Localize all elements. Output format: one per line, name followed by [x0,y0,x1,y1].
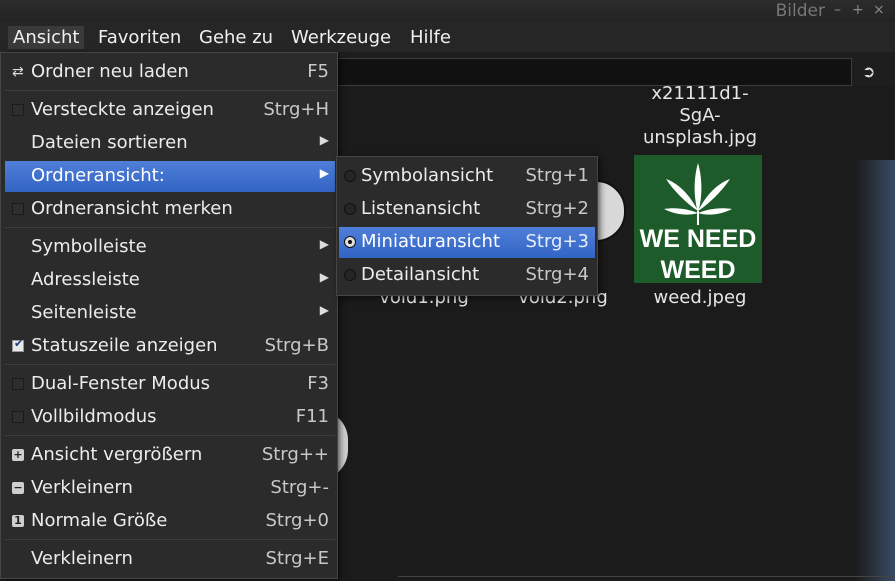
menu-item-fullscreen[interactable]: Vollbildmodus F11 [5,402,335,433]
menu-item-shortcut: Strg++ [261,444,329,465]
submenu-item-label: Miniaturansicht [361,231,501,252]
menu-separator [5,227,335,228]
menu-item-remember[interactable]: Ordneransicht merken [5,194,335,225]
zoom-in-icon: + [12,448,24,461]
menu-item-shortcut: Strg+0 [265,510,329,531]
menu-item-reload[interactable]: ⇄ Ordner neu laden F5 [5,57,335,88]
menu-item-label: Dual-Fenster Modus [31,373,211,394]
cannabis-leaf-icon [664,163,732,225]
menu-item-label: Ordner neu laden [31,61,189,82]
menu-item-label: Verkleinern [31,477,133,498]
title-bar: Bilder – + × [0,0,895,22]
path-input[interactable] [336,58,852,86]
file-name-partial: x21111d1- [651,83,749,104]
zoom-out-icon: − [12,481,24,494]
menu-item-label: Verkleinern [31,548,133,569]
submenu-item-list-view[interactable]: Listenansicht Strg+2 [339,194,595,225]
checkbox-icon [12,378,24,390]
menu-item-sort[interactable]: Dateien sortieren ▶ [5,128,335,159]
submenu-item-shortcut: Strg+3 [525,231,589,252]
menu-item-folderview[interactable]: Ordneransicht: ▶ [5,161,335,192]
file-name-weed[interactable]: weed.jpeg [640,287,760,308]
menu-item-label: Dateien sortieren [31,132,188,153]
radio-icon [344,170,356,182]
menu-item-statusbar[interactable]: Statuszeile anzeigen Strg+B [5,331,335,362]
menu-item-shortcut: F5 [307,61,329,82]
minimize-button[interactable]: – [834,2,841,18]
weed-text-line1: WE NEED [639,225,757,253]
menu-item-label: Statuszeile anzeigen [31,335,218,356]
menu-item-shortcut: Strg+H [263,99,329,120]
menu-item-label: Symbolleiste [31,236,147,257]
menu-item-toolbar[interactable]: Symbolleiste ▶ [5,232,335,263]
reload-icon: ⇄ [12,64,24,80]
menu-item-shrink[interactable]: Verkleinern Strg+E [5,544,335,575]
close-button[interactable]: × [873,2,885,18]
submenu-arrow-icon: ▶ [319,133,329,147]
submenu-item-shortcut: Strg+1 [525,165,589,186]
menu-werkzeuge[interactable]: Werkzeuge [286,26,396,49]
submenu-item-label: Symbolansicht [361,165,494,186]
menu-item-label: Vollbildmodus [31,406,157,427]
menu-item-zoom-in[interactable]: + Ansicht vergrößern Strg++ [5,440,335,471]
menu-separator [5,90,335,91]
menu-item-sidebar[interactable]: Seitenleiste ▶ [5,298,335,329]
menu-separator [5,435,335,436]
menu-favoriten[interactable]: Favoriten [93,26,186,49]
submenu-arrow-icon: ▶ [319,270,329,284]
file-name-unsplash[interactable]: unsplash.jpg [630,127,770,148]
submenu-arrow-icon: ▶ [319,237,329,251]
menu-item-shortcut: F11 [295,406,329,427]
menu-item-label: Seitenleiste [31,302,137,323]
weed-text-line2: WEED [660,256,736,283]
checkbox-icon [12,104,24,116]
status-divider [398,576,895,577]
folderview-submenu: Symbolansicht Strg+1 Listenansicht Strg+… [336,156,598,296]
submenu-item-detail-view[interactable]: Detailansicht Strg+4 [339,260,595,291]
menu-item-zoom-out[interactable]: − Verkleinern Strg+- [5,473,335,504]
menu-item-shortcut: F3 [307,373,329,394]
maximize-button[interactable]: + [852,2,864,18]
menu-item-label: Adressleiste [31,269,140,290]
submenu-item-label: Detailansicht [361,264,480,285]
ansicht-dropdown: ⇄ Ordner neu laden F5 Versteckte anzeige… [0,52,338,579]
radio-icon [344,269,356,281]
menu-separator [5,364,335,365]
submenu-arrow-icon: ▶ [319,166,329,180]
checkbox-checked-icon [12,337,24,352]
menu-item-hidden[interactable]: Versteckte anzeigen Strg+H [5,95,335,126]
menu-item-label: Ansicht vergrößern [31,444,203,465]
menu-item-label: Normale Größe [31,510,168,531]
background-glow [855,160,895,581]
submenu-item-shortcut: Strg+4 [525,264,589,285]
menu-item-label: Ordneransicht merken [31,198,233,219]
radio-icon [344,203,356,215]
submenu-arrow-icon: ▶ [319,303,329,317]
menu-item-label: Ordneransicht: [31,165,165,186]
window-title: Bilder [775,1,825,21]
menu-ansicht[interactable]: Ansicht [8,26,85,49]
menu-item-shortcut: Strg+- [270,477,329,498]
file-name-partial-2: SgA- [679,105,721,126]
menu-gehe-zu[interactable]: Gehe zu [194,26,278,49]
menu-item-shortcut: Strg+E [265,548,329,569]
menu-item-label: Versteckte anzeigen [31,99,214,120]
checkbox-icon [12,411,24,423]
radio-selected-icon [344,236,356,248]
menu-item-addressbar[interactable]: Adressleiste ▶ [5,265,335,296]
menu-item-normal-size[interactable]: 1 Normale Größe Strg+0 [5,506,335,537]
checkbox-icon [12,203,24,215]
submenu-item-thumbnail-view[interactable]: Miniaturansicht Strg+3 [339,227,595,258]
menu-separator [5,539,335,540]
menu-hilfe[interactable]: Hilfe [405,26,456,49]
normal-size-icon: 1 [12,515,24,527]
submenu-item-shortcut: Strg+2 [525,198,589,219]
submenu-item-icon-view[interactable]: Symbolansicht Strg+1 [339,161,595,192]
go-icon[interactable]: ➲ [862,62,875,81]
menu-bar: Ansicht Favoriten Gehe zu Werkzeuge Hilf… [0,22,895,52]
weed-thumbnail[interactable]: WE NEED WEED [634,155,762,283]
submenu-item-label: Listenansicht [361,198,481,219]
menu-item-shortcut: Strg+B [264,335,329,356]
menu-item-dual[interactable]: Dual-Fenster Modus F3 [5,369,335,400]
